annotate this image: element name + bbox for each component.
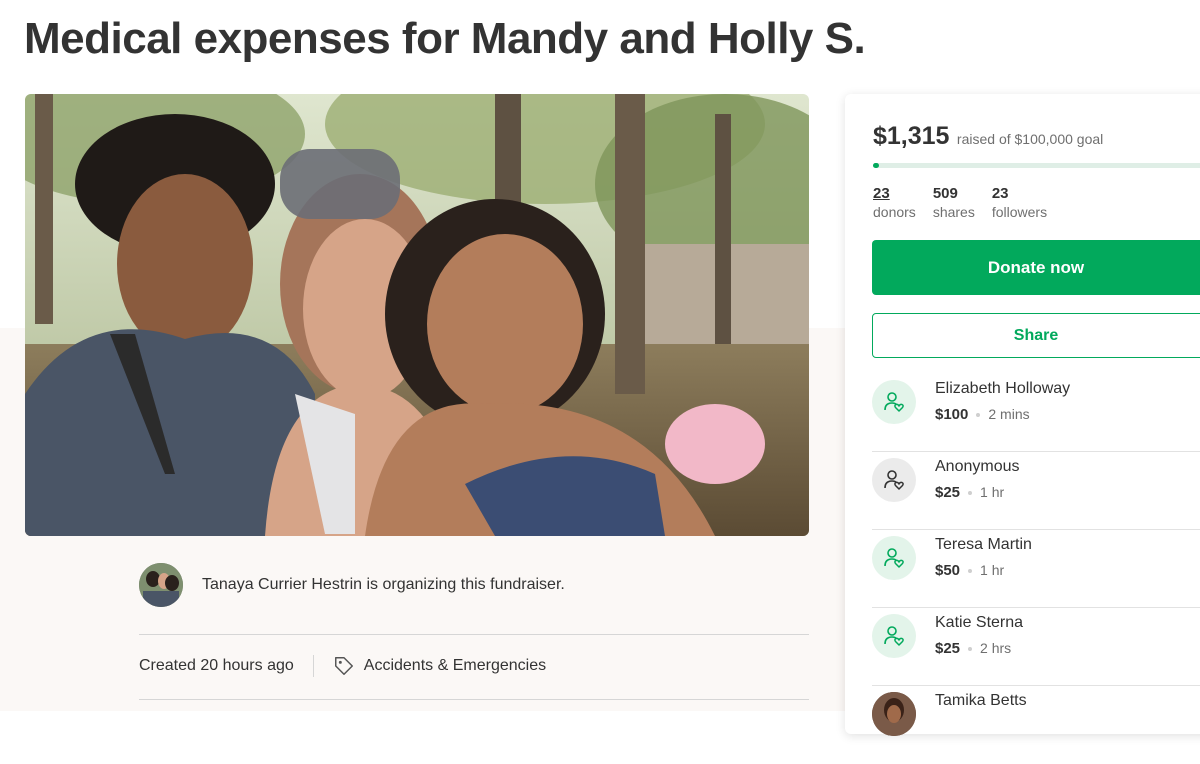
divider	[139, 634, 809, 635]
raised-amount: $1,315	[873, 122, 950, 150]
followers-stat: 23 followers	[992, 185, 1047, 221]
donor-name: Katie Sterna	[935, 614, 1024, 631]
donation-time: 1 hr	[980, 484, 1005, 500]
dot-separator	[968, 647, 973, 652]
donation-details: $100 2 mins	[935, 406, 1030, 423]
donation-item[interactable]: Tamika Betts	[872, 686, 1200, 764]
created-time: Created 20 hours ago	[139, 657, 294, 674]
donation-details: $50 1 hr	[935, 562, 1004, 579]
organizer-row: Tanaya Currier Hestrin is organizing thi…	[139, 563, 565, 607]
organizer-avatar[interactable]	[139, 563, 183, 607]
dot-separator	[968, 491, 973, 496]
progress-fill	[873, 163, 879, 168]
donate-now-button[interactable]: Donate now	[872, 240, 1200, 295]
donation-item[interactable]: Anonymous $25 1 hr	[872, 452, 1200, 530]
category-link[interactable]: Accidents & Emergencies	[364, 657, 546, 675]
share-button[interactable]: Share	[872, 313, 1200, 358]
donor-heart-icon	[872, 536, 916, 580]
donation-time: 2 mins	[988, 406, 1030, 422]
donor-heart-icon	[872, 614, 916, 658]
donor-name: Elizabeth Holloway	[935, 380, 1071, 397]
shares-label: shares	[932, 204, 975, 220]
campaign-photo	[25, 94, 809, 536]
donation-time: 1 hr	[980, 562, 1005, 578]
donation-amount: $25	[935, 484, 961, 501]
organizer-text: Tanaya Currier Hestrin is organizing thi…	[202, 576, 565, 593]
donor-heart-icon	[872, 458, 916, 502]
donor-avatar	[872, 692, 916, 736]
page-title: Medical expenses for Mandy and Holly S.	[24, 14, 866, 63]
dot-separator	[976, 413, 981, 418]
donation-sidebar: $1,315 raised of $100,000 goal 23 donors…	[845, 94, 1200, 736]
meta-separator	[312, 655, 314, 677]
donation-time: 2 hrs	[980, 640, 1012, 656]
followers-label: followers	[991, 204, 1048, 220]
progress-bar	[873, 163, 1200, 168]
donors-label: donors	[873, 204, 916, 220]
donation-amount: $50	[935, 562, 961, 579]
donation-amount: $100	[935, 406, 969, 423]
donors-stat[interactable]: 23 donors	[873, 185, 916, 221]
campaign-stats: 23 donors 509 shares 23 followers	[873, 185, 1064, 221]
followers-count: 23	[991, 185, 1009, 202]
donor-heart-icon	[872, 380, 916, 424]
donation-amount: $25	[935, 640, 961, 657]
shares-count: 509	[932, 185, 958, 202]
donation-details: $25 2 hrs	[935, 640, 1011, 657]
dot-separator	[968, 569, 973, 574]
raised-summary: $1,315 raised of $100,000 goal	[873, 122, 1103, 151]
divider	[139, 699, 809, 700]
donation-item[interactable]: Elizabeth Holloway $100 2 mins	[872, 374, 1200, 452]
donors-count[interactable]: 23	[873, 185, 916, 203]
donor-name: Teresa Martin	[935, 536, 1032, 553]
donation-item[interactable]: Teresa Martin $50 1 hr	[872, 530, 1200, 608]
shares-stat: 509 shares	[933, 185, 975, 221]
tag-icon	[334, 657, 353, 675]
donation-details: $25 1 hr	[935, 484, 1004, 501]
donor-name: Tamika Betts	[935, 692, 1027, 709]
campaign-meta: Created 20 hours ago Accidents & Emergen…	[139, 655, 546, 677]
donation-item[interactable]: Katie Sterna $25 2 hrs	[872, 608, 1200, 686]
donor-name: Anonymous	[935, 458, 1020, 475]
goal-text: raised of $100,000 goal	[956, 131, 1104, 147]
